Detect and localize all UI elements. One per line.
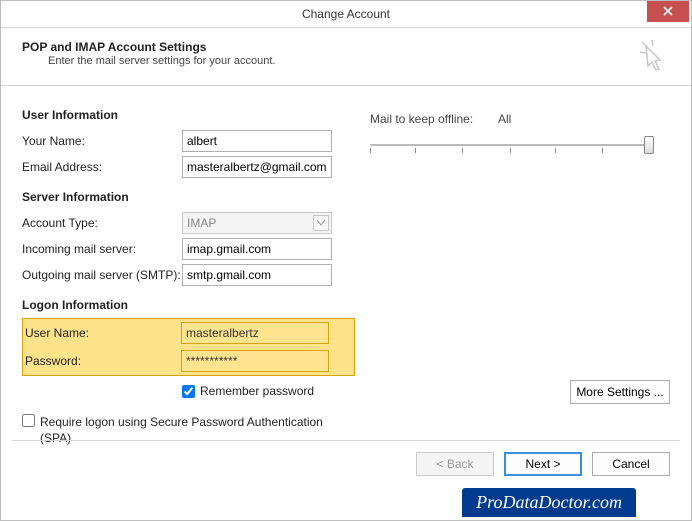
chevron-down-icon [313,215,329,231]
label-spa: Require logon using Secure Password Auth… [40,414,330,446]
window-title: Change Account [0,7,692,21]
label-account-type: Account Type: [22,216,182,230]
cancel-button[interactable]: Cancel [592,452,670,476]
header-title: POP and IMAP Account Settings [22,40,670,54]
password-input[interactable] [181,350,329,372]
row-email: Email Address: [22,154,692,180]
more-settings-button[interactable]: More Settings ... [570,380,670,404]
spa-checkbox[interactable] [22,414,35,427]
your-name-input[interactable] [182,130,332,152]
close-button[interactable] [647,0,689,22]
divider [12,440,680,441]
outgoing-input[interactable] [182,264,332,286]
branding-watermark: ProDataDoctor.com [462,488,636,517]
remember-password-checkbox[interactable] [182,385,195,398]
label-remember-password: Remember password [200,384,314,398]
user-name-input[interactable] [181,322,329,344]
label-offline: Mail to keep offline: [370,112,498,126]
incoming-input[interactable] [182,238,332,260]
email-input[interactable] [182,156,332,178]
label-incoming: Incoming mail server: [22,242,182,256]
button-bar: < Back Next > Cancel [416,452,670,476]
titlebar: Change Account [0,0,692,28]
label-password: Password: [23,354,181,368]
offline-value: All [498,112,511,126]
header: POP and IMAP Account Settings Enter the … [0,28,692,86]
row-password: Password: [23,347,354,375]
logon-highlight: User Name: Password: [22,318,355,376]
back-button: < Back [416,452,494,476]
label-your-name: Your Name: [22,134,182,148]
section-logon-info: Logon Information [22,298,692,312]
row-incoming: Incoming mail server: [22,236,692,262]
row-account-type: Account Type: IMAP [22,210,692,236]
offline-slider[interactable] [370,136,650,154]
label-email: Email Address: [22,160,182,174]
next-button[interactable]: Next > [504,452,582,476]
row-user-name: User Name: [23,319,354,347]
account-type-select: IMAP [182,212,332,234]
offline-pane: Mail to keep offline: All [370,112,660,154]
label-outgoing: Outgoing mail server (SMTP): [22,268,182,282]
cursor-icon [638,38,674,78]
close-icon [663,6,673,16]
row-spa: Require logon using Secure Password Auth… [22,414,692,446]
header-subtitle: Enter the mail server settings for your … [48,55,670,67]
slider-thumb[interactable] [644,136,654,154]
account-type-value: IMAP [187,216,216,230]
section-server-info: Server Information [22,190,692,204]
row-outgoing: Outgoing mail server (SMTP): [22,262,692,288]
label-user-name: User Name: [23,326,181,340]
